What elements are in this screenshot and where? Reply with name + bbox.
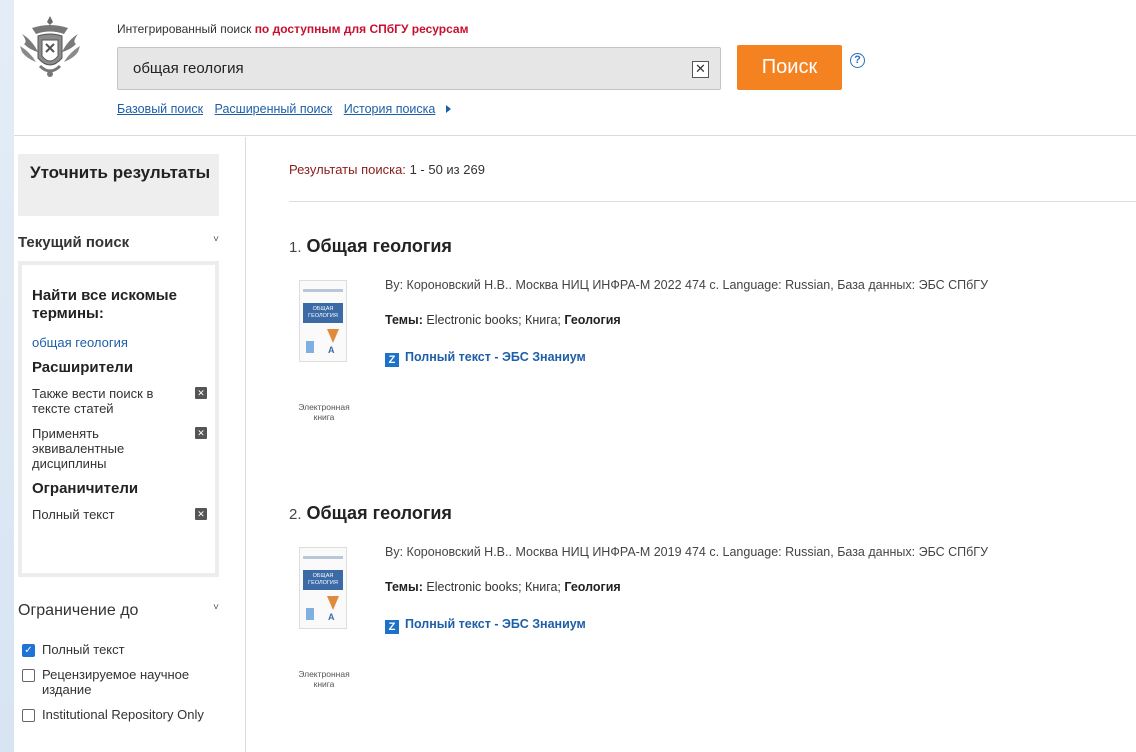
limit-to-toggle[interactable]: Ограничение до ˅ <box>18 602 219 620</box>
chevron-down-icon[interactable]: ˅ <box>213 234 219 245</box>
result-meta: By: Короновский Н.В.. Москва НИЦ ИНФРА-М… <box>385 278 989 292</box>
result-subjects: Темы: Electronic books; Книга; Геология <box>385 313 621 327</box>
remove-icon[interactable]: ✕ <box>195 508 207 520</box>
limit-options: ✓ Полный текст Рецензируемое научное изд… <box>22 642 232 732</box>
search-box: ✕ <box>117 47 721 90</box>
header: Интегрированный поиск по доступным для С… <box>14 0 1136 136</box>
result-item: 2. Общая геология ОБЩАЯ ГЕОЛОГИЯ A Элект… <box>289 503 1136 703</box>
refine-results-title: Уточнить результаты <box>30 163 211 182</box>
current-search-box: Найти все искомые термины: общая геологи… <box>18 261 219 577</box>
results-count-value: 1 - 50 из 269 <box>409 162 485 177</box>
refine-sidebar: Уточнить результаты Текущий поиск ˅ Найт… <box>14 137 246 752</box>
advanced-search-link[interactable]: Расширенный поиск <box>215 102 333 116</box>
limit-option-fulltext[interactable]: ✓ Полный текст <box>22 642 232 657</box>
search-nav-links: Базовый поиск Расширенный поиск История … <box>117 102 452 116</box>
remove-icon[interactable]: ✕ <box>195 427 207 439</box>
search-scope-label: Интегрированный поиск по доступным для С… <box>117 22 469 36</box>
checkbox-checked[interactable]: ✓ <box>22 644 35 657</box>
results-count-label: Результаты поиска: <box>289 162 406 177</box>
format-label: Электронная книга <box>298 669 350 689</box>
remove-icon[interactable]: ✕ <box>195 387 207 399</box>
spbu-logo[interactable] <box>18 12 82 80</box>
result-item: 1. Общая геология ОБЩАЯ ГЕОЛОГИЯ A Элект… <box>289 236 1136 436</box>
znanium-icon: Z <box>385 353 399 367</box>
limit-option-institutional-repository[interactable]: Institutional Repository Only <box>22 707 232 722</box>
fulltext-link[interactable]: Z Полный текст - ЭБС Знаниум <box>385 617 586 634</box>
limit-to-title: Ограничение до <box>18 602 139 619</box>
result-title[interactable]: 2. Общая геология <box>289 503 452 524</box>
znanium-icon: Z <box>385 620 399 634</box>
result-title[interactable]: 1. Общая геология <box>289 236 452 257</box>
refine-results-header: Уточнить результаты <box>18 154 219 216</box>
format-label: Электронная книга <box>298 402 350 422</box>
expander-item: Также вести поиск в тексте статей ✕ <box>32 386 207 416</box>
checkbox[interactable] <box>22 709 35 722</box>
find-all-terms-label: Найти все искомые термины: <box>32 287 177 322</box>
book-cover[interactable]: ОБЩАЯ ГЕОЛОГИЯ A <box>299 547 347 629</box>
limit-option-peer-reviewed[interactable]: Рецензируемое научное издание <box>22 667 232 697</box>
search-history-link[interactable]: История поиска <box>344 102 436 116</box>
page: Интегрированный поиск по доступным для С… <box>14 0 1136 752</box>
results-count: Результаты поиска: 1 - 50 из 269 <box>289 162 485 177</box>
search-scope-bold: по доступным для СПбГУ ресурсам <box>254 22 469 36</box>
checkbox[interactable] <box>22 669 35 682</box>
current-search-toggle[interactable]: Текущий поиск ˅ <box>18 234 219 251</box>
search-input[interactable] <box>118 48 688 89</box>
current-search-title: Текущий поиск <box>18 234 130 251</box>
book-cover[interactable]: ОБЩАЯ ГЕОЛОГИЯ A <box>299 280 347 362</box>
clear-search-icon[interactable]: ✕ <box>692 61 709 78</box>
basic-search-link[interactable]: Базовый поиск <box>117 102 203 116</box>
expander-item: Применять эквивалентные дисциплины ✕ <box>32 426 207 471</box>
search-button[interactable]: Поиск <box>737 45 842 90</box>
query-term-link[interactable]: общая геология <box>32 335 207 350</box>
help-icon[interactable]: ? <box>850 53 865 68</box>
result-meta: By: Короновский Н.В.. Москва НИЦ ИНФРА-М… <box>385 545 989 559</box>
limiters-title: Ограничители <box>32 480 139 497</box>
chevron-down-icon[interactable]: ˅ <box>213 602 219 613</box>
expanders-title: Расширители <box>32 359 134 376</box>
results-divider <box>289 201 1136 202</box>
limiter-item: Полный текст ✕ <box>32 507 207 522</box>
fulltext-link[interactable]: Z Полный текст - ЭБС Знаниум <box>385 350 586 367</box>
result-subjects: Темы: Electronic books; Книга; Геология <box>385 580 621 594</box>
triangle-right-icon[interactable] <box>446 105 452 113</box>
